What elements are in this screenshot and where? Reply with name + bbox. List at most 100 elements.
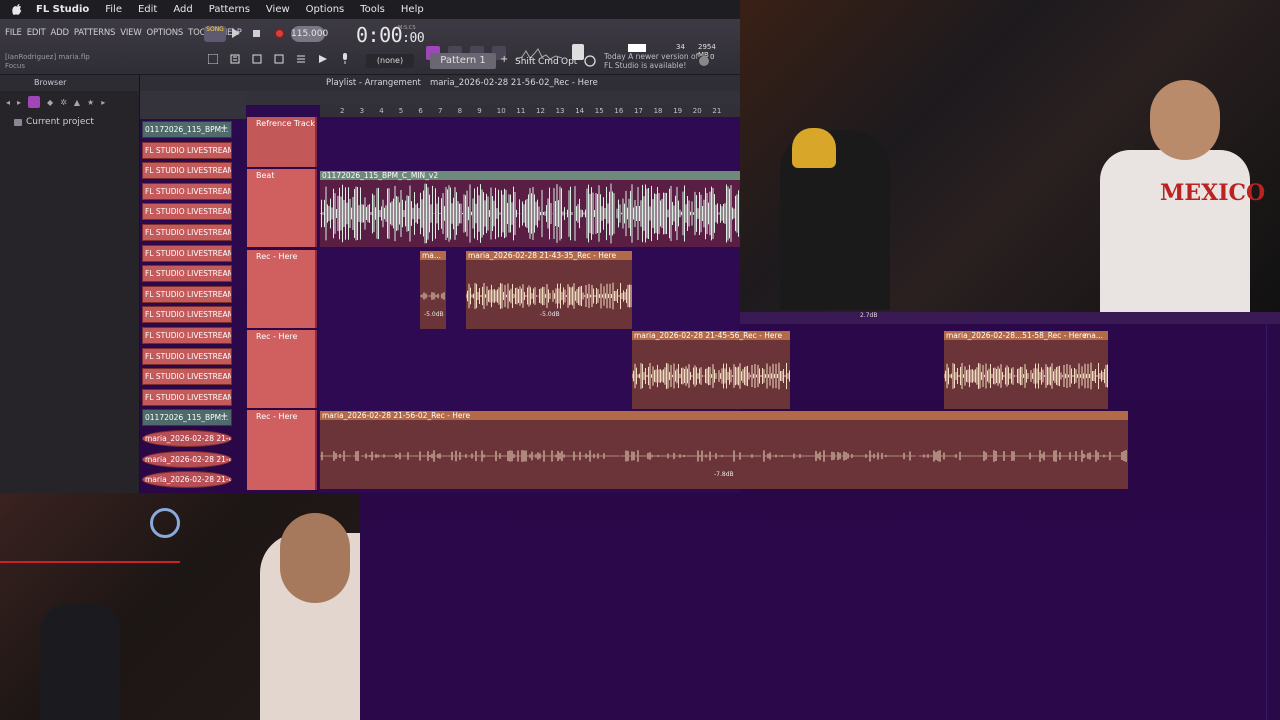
fl-menu-add[interactable]: ADD <box>51 28 70 38</box>
play-icon[interactable] <box>232 28 240 38</box>
ruler-tick: 21 <box>712 107 722 115</box>
browser-star-icon[interactable]: ★ <box>87 98 94 107</box>
menu-edit[interactable]: Edit <box>138 4 157 15</box>
clip-source-item[interactable]: FL STUDIO LIVESTREAM T... <box>142 244 232 262</box>
track-header-reference[interactable]: Refrence Track <box>247 117 317 167</box>
clip-rec-1b[interactable]: maria_2026-02-28 21-43-35_Rec - Here -5.… <box>466 251 632 329</box>
clip-rec-2b[interactable]: maria_2026-02-28...51-58_Rec - Here ma..… <box>944 331 1108 409</box>
track-name: Rec - Here <box>256 252 298 261</box>
shift-button[interactable]: Shift <box>515 57 535 67</box>
playlist-header: Playlist - Arrangement maria_2026-02-28 … <box>140 75 740 91</box>
clip-source-item[interactable]: FL STUDIO LIVESTREAM T... <box>142 285 232 303</box>
screen: { "menubar": { "app_name": "FL Studio", … <box>0 0 1280 720</box>
clip-rec-3[interactable]: maria_2026-02-28 21-56-02_Rec - Here -7.… <box>320 411 1128 489</box>
playlist-icon[interactable] <box>296 54 306 64</box>
clip-source-item[interactable]: 01172026_115_BPM... <box>142 121 232 138</box>
waveform <box>320 450 1127 462</box>
browser-title: Browser <box>34 78 67 87</box>
add-icon[interactable]: + <box>220 123 228 134</box>
clip-source-item[interactable]: FL STUDIO LIVESTREAM T... <box>142 327 232 344</box>
news-panel[interactable]: Today A newer version of FL Studio is av… <box>604 52 698 70</box>
strip-gain: 2.7dB <box>860 312 878 319</box>
track-header-rec-3[interactable]: Rec - Here <box>247 410 317 490</box>
browser-forward-icon[interactable]: ▸ <box>17 98 21 107</box>
jersey-print: MEXICO <box>1160 180 1266 206</box>
song-mode-toggle[interactable]: SONG <box>204 26 226 42</box>
menu-add[interactable]: Add <box>173 4 192 15</box>
clip-gain: -7.8dB <box>714 471 734 478</box>
tools-icon[interactable] <box>208 54 218 64</box>
fl-menu-file[interactable]: FILE <box>5 28 22 38</box>
scrollbar[interactable] <box>1266 324 1280 720</box>
track-name: Rec - Here <box>256 332 298 341</box>
clip-label-tail: ma... <box>1084 331 1104 340</box>
clip-source-item[interactable]: FL STUDIO LIVESTREAM T... <box>142 224 232 241</box>
clip-rec-1a[interactable]: ma... -5.0dB <box>420 251 446 329</box>
browser-gear-icon[interactable]: ✲ <box>60 98 67 107</box>
channel-rack-icon[interactable] <box>252 54 262 64</box>
track-header-rec-1[interactable]: Rec - Here <box>247 250 317 328</box>
clip-source-item[interactable]: maria_2026-02-28 21-4... <box>142 471 232 489</box>
clip-source-item[interactable]: FL STUDIO LIVESTREAM T... <box>142 265 232 283</box>
tempo-display[interactable]: 115.000 <box>291 26 328 42</box>
browser-back-icon[interactable]: ◂ <box>6 98 10 107</box>
fl-menu-options[interactable]: OPTIONS <box>147 28 184 38</box>
menu-options[interactable]: Options <box>306 4 345 15</box>
timeline-ruler[interactable]: 2 3 4 5 6 7 8 9 10 11 12 13 14 15 16 17 18 19 20 21 <box>320 105 740 117</box>
fl-logo-icon[interactable] <box>698 55 710 67</box>
hint-focus: Focus <box>5 62 25 70</box>
clip-source-item[interactable]: maria_2026-02-28 21-4... <box>142 450 232 468</box>
arrow-right-icon[interactable] <box>318 54 328 64</box>
clip-source-item[interactable]: FL STUDIO LIVESTREAM T... <box>142 141 232 159</box>
folder-icon <box>14 119 22 126</box>
clip-rec-2a[interactable]: maria_2026-02-28 21-45-56_Rec - Here <box>632 331 790 409</box>
browser-filter-icon[interactable] <box>28 96 41 108</box>
opt-button[interactable]: Opt <box>561 57 577 67</box>
fl-menu-view[interactable]: VIEW <box>120 28 141 38</box>
menu-help[interactable]: Help <box>401 4 424 15</box>
track-header-beat[interactable]: Beat <box>247 169 317 247</box>
apple-icon[interactable] <box>12 4 22 15</box>
clip-source-item[interactable]: FL STUDIO LIVESTREAM T... <box>142 182 232 200</box>
webcam-feed-main: MEXICO <box>740 0 1280 312</box>
clip-beat[interactable]: 01172026_115_BPM_C_MIN_v2 <box>320 171 740 247</box>
cmd-button[interactable]: Cmd <box>538 57 559 67</box>
track-header-rec-2[interactable]: Rec - Here <box>247 330 317 408</box>
menu-view[interactable]: View <box>266 4 290 15</box>
mixer-icon[interactable] <box>230 54 240 64</box>
clip-source-item[interactable]: FL STUDIO LIVESTREAM T... <box>142 388 232 406</box>
mic-icon[interactable] <box>340 53 350 65</box>
mem-value-2: 0 <box>710 53 715 61</box>
fl-menu-patterns[interactable]: PATTERNS <box>74 28 116 38</box>
ruler-tick: 14 <box>575 107 585 115</box>
clip-source-item[interactable]: 01172026_115_BPM... <box>142 409 232 427</box>
stop-icon[interactable] <box>253 30 260 37</box>
clip-source-item[interactable]: FL STUDIO LIVESTREAM T... <box>142 368 232 386</box>
current-project-item[interactable]: Current project <box>26 117 94 127</box>
snap-select[interactable]: (none) <box>366 54 414 68</box>
refresh-icon[interactable] <box>583 54 597 68</box>
led-strip <box>0 561 180 563</box>
menu-patterns[interactable]: Patterns <box>209 4 250 15</box>
browser-forward2-icon[interactable]: ▸ <box>101 98 105 107</box>
clip-source-item[interactable]: FL STUDIO LIVESTREAM T... <box>142 347 232 365</box>
browser-search-icon[interactable]: ◆ <box>47 98 53 107</box>
clip-source-item[interactable]: FL STUDIO LIVESTREAM T... <box>142 306 232 324</box>
piano-roll-icon[interactable] <box>274 54 284 64</box>
playlist-title: Playlist - Arrangement <box>326 78 421 88</box>
time-centis: :00 <box>402 31 425 46</box>
pattern-select[interactable]: Pattern 1 <box>430 53 496 69</box>
add-icon[interactable]: + <box>220 411 228 422</box>
browser-cloud-icon[interactable]: ▲ <box>74 98 80 107</box>
clip-source-item[interactable]: FL STUDIO LIVESTREAM T... <box>142 162 232 180</box>
ruler-tick: 4 <box>379 107 384 115</box>
record-icon[interactable] <box>274 28 285 39</box>
fl-menu-edit[interactable]: EDIT <box>27 28 46 38</box>
clip-source-item[interactable]: maria_2026-02-28 21-4... <box>142 430 232 447</box>
menu-file[interactable]: File <box>105 4 122 15</box>
menu-tools[interactable]: Tools <box>360 4 385 15</box>
app-name[interactable]: FL Studio <box>36 4 89 15</box>
clip-source-item[interactable]: FL STUDIO LIVESTREAM T... <box>142 203 232 221</box>
ruler-tick: 2 <box>340 107 345 115</box>
pattern-add-icon[interactable]: + <box>500 54 508 65</box>
